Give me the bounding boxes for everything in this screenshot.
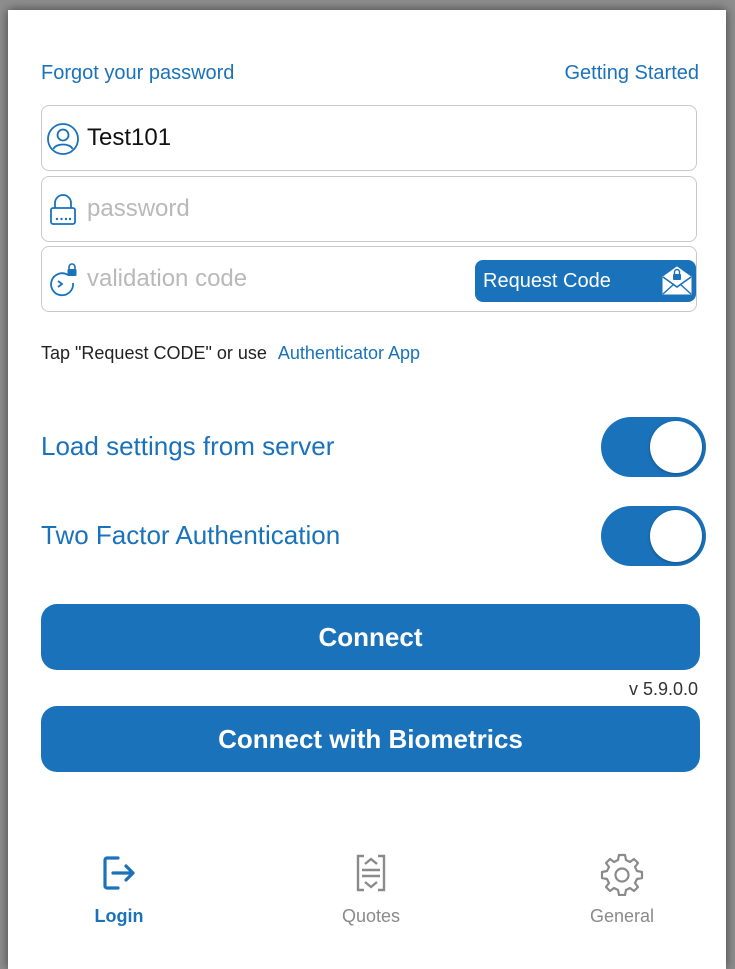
request-code-label: Request Code (483, 270, 611, 292)
tab-bar: Login Quotes General (8, 850, 726, 969)
user-icon (47, 123, 79, 155)
envelope-lock-icon (662, 266, 692, 295)
toggle-knob (650, 510, 702, 562)
top-links: Forgot your password Getting Started (41, 62, 699, 88)
two-factor-toggle[interactable] (601, 506, 706, 566)
getting-started-link[interactable]: Getting Started (564, 62, 699, 85)
password-placeholder: password (87, 195, 190, 222)
login-screen: Forgot your password Getting Started Tes… (8, 10, 726, 969)
tab-login[interactable]: Login (49, 850, 189, 927)
load-settings-row: Load settings from server (41, 415, 706, 477)
tab-general[interactable]: General (552, 850, 692, 927)
authenticator-app-link[interactable]: Authenticator App (278, 343, 420, 363)
connect-button[interactable]: Connect (41, 604, 700, 670)
lock-icon (50, 194, 76, 225)
tab-quotes-label: Quotes (341, 906, 401, 926)
request-code-button[interactable]: Request Code (475, 260, 696, 302)
request-code-hint: Tap "Request CODE" or use Authenticator … (41, 343, 420, 364)
tab-login-label: Login (94, 906, 144, 926)
quotes-icon (356, 854, 386, 892)
load-settings-label: Load settings from server (41, 431, 335, 461)
connect-biometrics-button[interactable]: Connect with Biometrics (41, 706, 700, 772)
toggle-knob (650, 421, 702, 473)
username-field[interactable]: Test101 (41, 105, 697, 171)
login-icon (103, 856, 135, 890)
forgot-password-link[interactable]: Forgot your password (41, 62, 234, 85)
load-settings-toggle[interactable] (601, 417, 706, 477)
password-field[interactable]: password (41, 176, 697, 242)
version-label: v 5.9.0.0 (628, 679, 698, 699)
validation-code-placeholder: validation code (87, 265, 248, 292)
two-factor-label: Two Factor Authentication (41, 520, 341, 550)
hint-text: Tap "Request CODE" or use (41, 343, 267, 363)
gear-icon (600, 853, 644, 896)
username-value: Test101 (87, 124, 172, 151)
timer-lock-icon (50, 263, 77, 297)
validation-code-field[interactable]: validation code Request Code (41, 246, 697, 312)
tab-quotes[interactable]: Quotes (301, 850, 441, 927)
tab-general-label: General (589, 906, 655, 926)
two-factor-row: Two Factor Authentication (41, 504, 706, 566)
